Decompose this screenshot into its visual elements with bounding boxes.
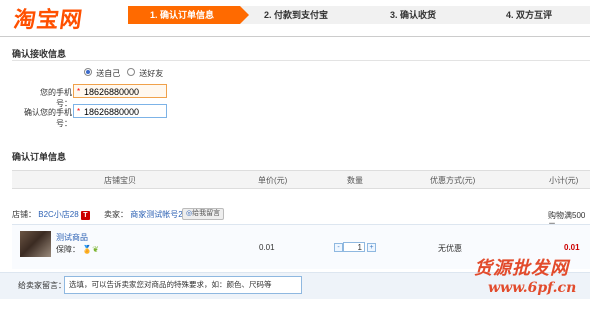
shop-info: 店铺： B2C小店28 T	[12, 209, 90, 220]
quantity-minus-button[interactable]: -	[334, 243, 343, 252]
phone-input-value: 18626880000	[84, 87, 140, 97]
required-mark: *	[77, 87, 81, 96]
step-receive: 3. 确认收货	[390, 10, 437, 20]
guarantee-medal-icon: 🏅	[82, 245, 93, 254]
receiver-divider	[12, 60, 590, 61]
shop-label: 店铺：	[12, 210, 36, 219]
col-quantity: 数量	[347, 176, 363, 185]
seller-label: 卖家：	[104, 210, 128, 219]
watermark-title: 货源批发网	[474, 258, 569, 279]
shop-name-link[interactable]: B2C小店28	[38, 210, 78, 219]
guarantee-info: 保障： 🏅❦	[56, 244, 99, 255]
phone-confirm-input-value: 18626880000	[84, 107, 140, 117]
seller-name-link[interactable]: 商家测试帐号28	[130, 210, 187, 219]
seller-note-input[interactable]: 选填，可以告诉卖家您对商品的特殊要求，如：颜色、尺码等	[64, 276, 302, 294]
quantity-input[interactable]: 1	[343, 242, 365, 252]
col-shop-items: 店铺宝贝	[104, 176, 136, 185]
seller-info: 卖家： 商家测试帐号28	[104, 209, 187, 220]
product-thumbnail[interactable]	[20, 231, 51, 257]
step-review: 4. 双方互评	[506, 10, 553, 20]
col-discount: 优惠方式(元)	[430, 176, 476, 185]
item-subtotal: 0.01	[564, 243, 580, 252]
step-confirm-order: 1. 确认订单信息	[128, 6, 249, 24]
message-seller-button[interactable]: ◎给我留言	[182, 208, 225, 220]
radio-send-friend[interactable]: 送好友	[127, 68, 163, 79]
col-unit-price: 单价(元)	[258, 176, 288, 185]
tmall-badge-icon: T	[80, 211, 90, 220]
order-table-header: 店铺宝贝 单价(元) 数量 优惠方式(元) 小计(元)	[12, 170, 590, 189]
step-pay: 2. 付款到支付宝	[264, 10, 329, 20]
header-divider	[0, 36, 590, 37]
phone-label: 您的手机号：	[40, 88, 72, 108]
radio-friend-icon[interactable]	[127, 68, 135, 76]
radio-friend-label: 送好友	[139, 69, 164, 78]
radio-self-icon[interactable]	[84, 68, 92, 76]
receiver-section-title: 确认接收信息	[12, 49, 67, 59]
col-subtotal: 小计(元)	[549, 176, 579, 185]
item-discount: 无优惠	[438, 244, 462, 253]
product-name-link[interactable]: 测试商品	[56, 232, 88, 243]
message-button-label: 给我留言	[192, 210, 221, 217]
radio-send-self[interactable]: 送自己	[84, 68, 120, 79]
seller-note-label: 给卖家留言：	[18, 281, 66, 290]
guarantee-label: 保障：	[56, 245, 80, 254]
order-section-title: 确认订单信息	[12, 152, 67, 162]
phone-input[interactable]: * 18626880000	[73, 84, 167, 98]
checkout-steps: 1. 确认订单信息 2. 付款到支付宝 3. 确认收货 4. 双方互评	[128, 6, 590, 24]
watermark-url: www.6pf.cn	[488, 280, 577, 296]
guarantee-leaf-icon: ❦	[92, 245, 99, 254]
required-mark: *	[77, 107, 81, 116]
phone-confirm-label: 确认您的手机号：	[24, 108, 72, 128]
phone-confirm-input[interactable]: * 18626880000	[73, 104, 167, 118]
taobao-logo: 淘宝网	[11, 7, 85, 33]
item-unit-price: 0.01	[259, 243, 275, 252]
radio-self-label: 送自己	[96, 69, 121, 78]
quantity-plus-button[interactable]: +	[367, 243, 376, 252]
